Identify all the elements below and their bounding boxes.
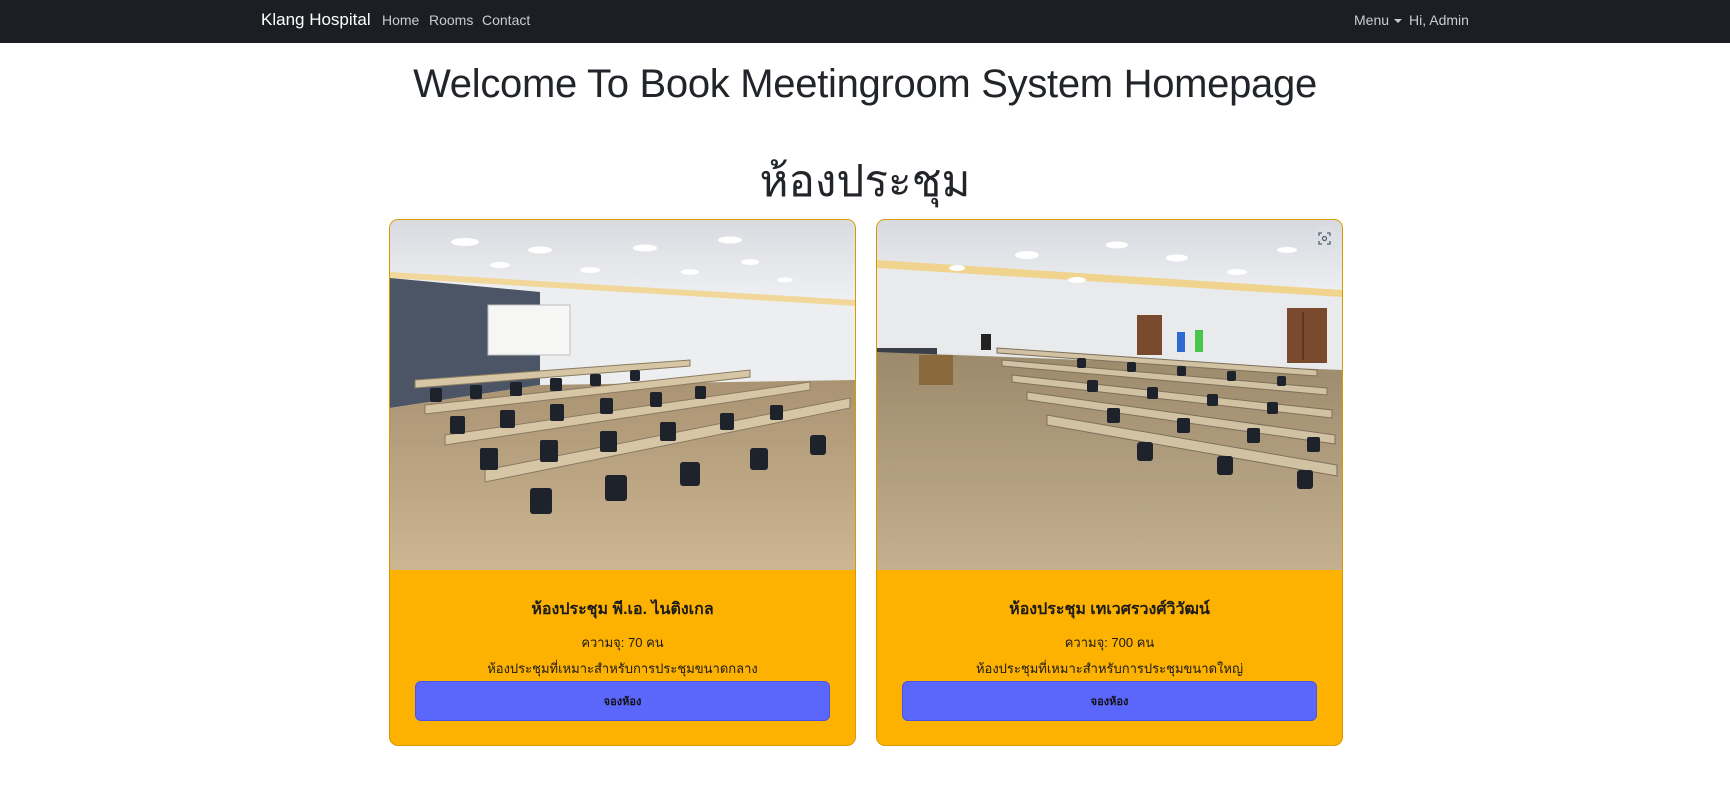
nav-rooms-link[interactable]: Rooms [429, 12, 473, 28]
room-card: ห้องประชุม พี.เอ. ไนติงเกล ความจุ: 70 คน… [389, 219, 856, 746]
nav-home-link[interactable]: Home [382, 12, 419, 28]
page-title: Welcome To Book Meetingroom System Homep… [413, 62, 1317, 106]
book-room-button[interactable]: จองห้อง [415, 681, 830, 721]
room-card-body: ห้องประชุม เทเวศรวงศ์วิวัฒน์ ความจุ: 700… [877, 570, 1342, 745]
nav-contact-link[interactable]: Contact [482, 12, 530, 28]
menu-label: Menu [1354, 12, 1390, 28]
room-photo [877, 220, 1342, 570]
room-photo [390, 220, 855, 570]
room-capacity: ความจุ: 70 คน [581, 635, 664, 650]
section-title: ห้องประชุม [759, 157, 971, 206]
room-description: ห้องประชุมที่เหมาะสำหรับการประชุมขนาดกลา… [487, 661, 758, 676]
caret-down-icon [1394, 19, 1403, 23]
user-greeting[interactable]: Hi, Admin [1409, 12, 1469, 28]
book-room-button[interactable]: จองห้อง [902, 681, 1317, 721]
room-description: ห้องประชุมที่เหมาะสำหรับการประชุมขนาดใหญ… [975, 661, 1244, 676]
room-card-body: ห้องประชุม พี.เอ. ไนติงเกล ความจุ: 70 คน… [390, 570, 855, 745]
room-capacity: ความจุ: 700 คน [1064, 635, 1155, 650]
menu-dropdown[interactable]: Menu [1354, 12, 1403, 28]
room-name: ห้องประชุม พี.เอ. ไนติงเกล [531, 601, 714, 618]
lens-icon[interactable] [1312, 226, 1337, 251]
brand-link[interactable]: Klang Hospital [261, 10, 371, 30]
top-navbar: Klang Hospital Home Rooms Contact Menu H… [0, 0, 1730, 43]
room-name: ห้องประชุม เทเวศรวงศ์วิวัฒน์ [1009, 601, 1210, 618]
room-card: ห้องประชุม เทเวศรวงศ์วิวัฒน์ ความจุ: 700… [876, 219, 1343, 746]
